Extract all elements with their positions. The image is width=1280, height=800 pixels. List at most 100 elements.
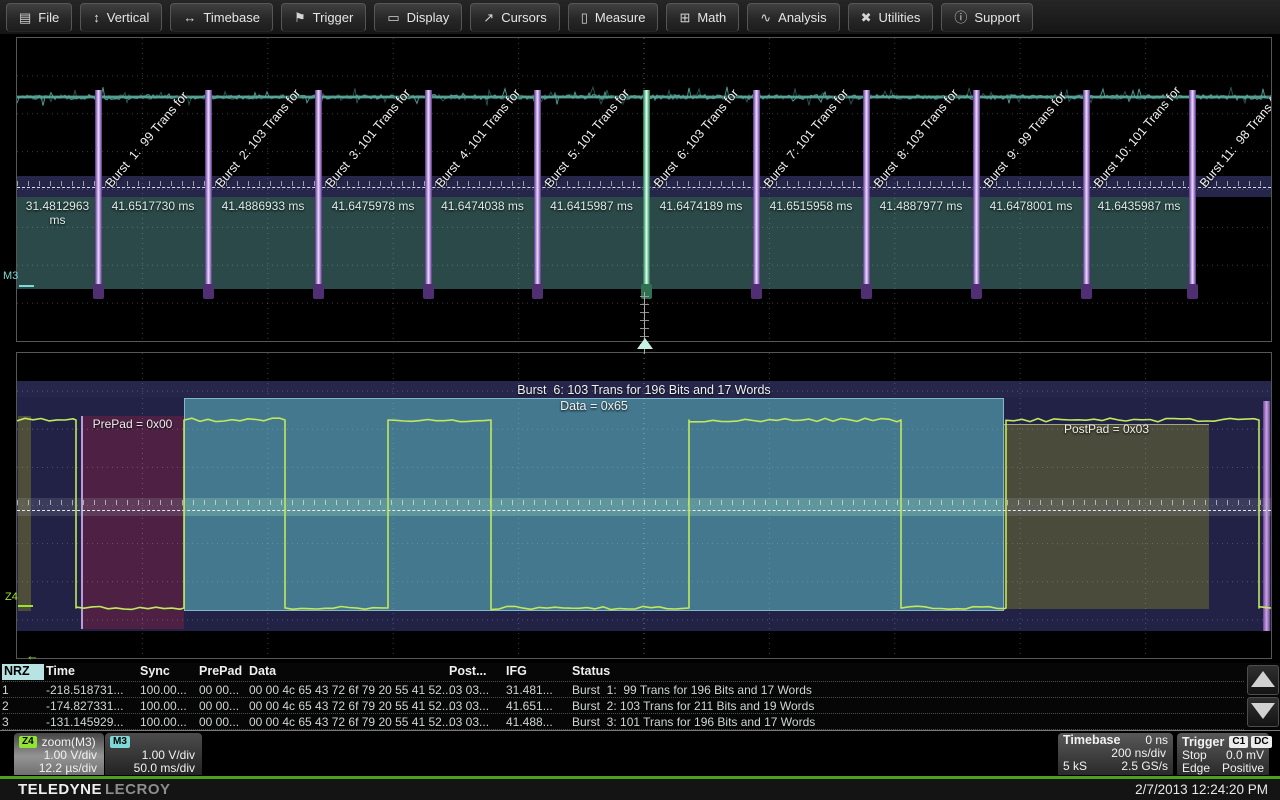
menu-button-math[interactable]: ⊞Math [666, 3, 739, 32]
trigger-slope: Positive [1222, 762, 1264, 775]
scroll-up-button[interactable] [1247, 665, 1279, 695]
table-row-3[interactable]: 3-131.145929...100.00...00 00...00 00 4c… [2, 713, 1244, 730]
up-arrow-icon [1251, 671, 1275, 687]
menu-button-cursors[interactable]: ↗ Cursors [470, 3, 559, 32]
burst-label-1: Burst 1: 99 Trans for [103, 89, 191, 190]
zoom-waveform-panel[interactable]: Burst 6: 103 Trans for 196 Bits and 17 W… [16, 352, 1272, 659]
cell-data: 00 00 4c 65 43 72 6f 79 20 55 41 52... [249, 683, 447, 697]
m3-descriptor-box[interactable]: M3 1.00 V/div 50.0 ms/div [105, 733, 202, 775]
cell-time: -131.145929... [46, 715, 138, 729]
next-burst-marker [1263, 401, 1270, 631]
cell-ifg: 31.481... [506, 683, 570, 697]
cell-post: 03 03... [449, 699, 504, 713]
column-header-prepad[interactable]: PrePad [199, 664, 247, 680]
column-header-post[interactable]: Post... [449, 664, 504, 680]
cursor-arrow-icon: ↗ [483, 11, 494, 24]
timebase-rate: 2.5 GS/s [1121, 760, 1168, 773]
m3-trace-tick [19, 285, 34, 287]
burst-label-11: Burst 11: 98 Trans for [1197, 87, 1272, 190]
menu-button-timebase[interactable]: ↔Timebase [170, 3, 273, 32]
z4-trace-tick [18, 605, 33, 607]
column-header-ifg[interactable]: IFG [506, 664, 570, 680]
burst-marker-foot-4 [423, 284, 434, 299]
m3-trace-label[interactable]: M3 [3, 270, 18, 282]
scroll-down-button[interactable] [1247, 697, 1279, 727]
table-separator [2, 729, 1244, 730]
cell-prepad: 00 00... [199, 715, 247, 729]
postpad-region [1004, 424, 1209, 609]
menu-button-file[interactable]: ▤File [6, 3, 72, 32]
burst-marker-1 [95, 90, 102, 290]
prepad-region [81, 416, 184, 629]
menu-label-support: Support [974, 10, 1020, 25]
burst-marker-11 [1189, 90, 1196, 290]
menu-button-measure[interactable]: ▯Measure [568, 3, 659, 32]
cell-sync: 100.00... [140, 715, 197, 729]
burst-label-7: Burst 7: 101 Trans for [761, 86, 851, 190]
burst-marker-6 [643, 90, 650, 290]
menu-label-display: Display [407, 10, 450, 25]
interval-value-7: 41.6474189 ms [646, 199, 756, 213]
interval-value-9: 41.4887977 ms [866, 199, 976, 213]
table-row-2[interactable]: 2-174.827331...100.00...00 00...00 00 4c… [2, 697, 1244, 714]
decode-results-table: NRZTimeSyncPrePadDataPost...IFGStatus1-2… [0, 663, 1280, 731]
burst-marker-foot-11 [1187, 284, 1198, 299]
data-value-label: Data = 0x65 [184, 399, 1004, 413]
threshold-dashed-line [17, 510, 1271, 511]
cell-post: 03 03... [449, 683, 504, 697]
calculator-icon: ⊞ [679, 11, 690, 24]
burst-marker-8 [863, 90, 870, 290]
menu-button-support[interactable]: ⓘSupport [941, 3, 1033, 32]
ruler-ticks [17, 500, 1271, 505]
cell-time: -174.827331... [46, 699, 138, 713]
cell-nrz: 3 [2, 715, 44, 729]
horizontal-arrows-icon: ↔ [183, 11, 196, 24]
burst-marker-foot-1 [93, 284, 104, 299]
column-header-time[interactable]: Time [46, 664, 138, 680]
z4-descriptor-box[interactable]: Z4 zoom(M3) 1.00 V/div 12.2 µs/div [14, 733, 104, 775]
interval-value-4: 41.6475978 ms [318, 199, 428, 213]
menu-label-utilities: Utilities [878, 10, 920, 25]
oscilloscope-app: ▤File ↕Vertical ↔Timebase ⚑Trigger ▭Display ↗… [0, 0, 1280, 800]
column-header-status[interactable]: Status [572, 664, 1244, 680]
cell-post: 03 03... [449, 715, 504, 729]
pan-left-arrow-icon[interactable]: ← [26, 648, 39, 663]
table-row-1[interactable]: 1-218.518731...100.00...00 00...00 00 4c… [2, 681, 1244, 698]
cell-nrz: 2 [2, 699, 44, 713]
burst-marker-5 [534, 90, 541, 290]
menu-button-trigger[interactable]: ⚑Trigger [281, 3, 366, 32]
burst-marker-7 [753, 90, 760, 290]
chart-icon: ∿ [760, 11, 771, 24]
vertical-arrows-icon: ↕ [93, 11, 100, 24]
cell-ifg: 41.488... [506, 715, 570, 729]
clipboard-icon: ▤ [19, 11, 31, 24]
menu-button-analysis[interactable]: ∿Analysis [747, 3, 839, 32]
burst-marker-foot-5 [532, 284, 543, 299]
burst-label-4: Burst 4: 101 Trans for [433, 86, 523, 190]
burst-label-6: Burst 6: 103 Trans for [651, 86, 741, 190]
burst-marker-foot-2 [203, 284, 214, 299]
timebase-box[interactable]: Timebase 0 ns 200 ns/div 5 kS 2.5 GS/s [1058, 733, 1173, 775]
interval-value-3: 41.4886933 ms [208, 199, 318, 213]
trigger-type: Edge [1182, 762, 1210, 775]
cell-prepad: 00 00... [199, 683, 247, 697]
burst-label-10: Burst 10: 101 Trans for [1091, 84, 1183, 190]
column-header-data[interactable]: Data [249, 664, 447, 680]
menu-button-vertical[interactable]: ↕Vertical [80, 3, 162, 32]
menu-label-cursors: Cursors [501, 10, 547, 25]
burst-marker-foot-10 [1081, 284, 1092, 299]
column-header-nrz[interactable]: NRZ [2, 664, 44, 680]
column-header-sync[interactable]: Sync [140, 664, 197, 680]
cell-nrz: 1 [2, 683, 44, 697]
interval-value-2: 41.6517730 ms [98, 199, 208, 213]
z4-trace-label[interactable]: Z4 [5, 591, 18, 603]
menu-button-utilities[interactable]: ✖ Utilities [848, 3, 934, 32]
trigger-position-marker[interactable] [637, 338, 653, 349]
timebase-samples: 5 kS [1063, 760, 1087, 773]
trigger-coupling-badge: DC [1251, 736, 1271, 748]
burst-label-3: Burst 3: 101 Trans for [323, 86, 413, 190]
tools-icon: ✖ [861, 11, 872, 24]
trigger-box[interactable]: Trigger C1 DC Stop 0.0 mV Edge Positive [1177, 733, 1269, 775]
burst-marker-foot-3 [313, 284, 324, 299]
menu-button-display[interactable]: ▭Display [374, 3, 462, 32]
